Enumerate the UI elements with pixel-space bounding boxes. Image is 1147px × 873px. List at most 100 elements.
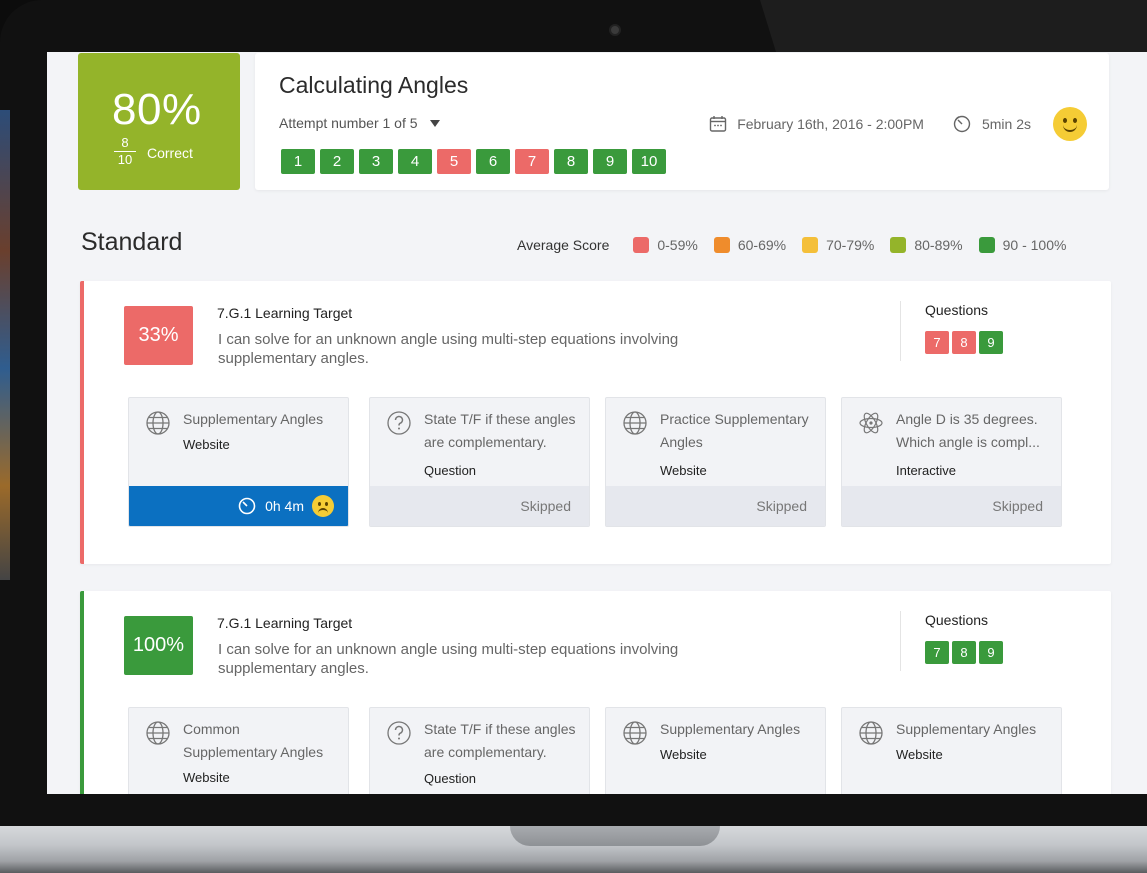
bezel-glare bbox=[760, 0, 1147, 52]
legend-item: 90 - 100% bbox=[978, 237, 1066, 253]
happy-face-icon bbox=[1053, 107, 1087, 141]
quiz-title: Calculating Angles bbox=[279, 72, 469, 98]
target-question-9[interactable]: 9 bbox=[979, 331, 1003, 354]
resource-title: State T/F if these angles are complement… bbox=[424, 721, 576, 760]
question-box-9[interactable]: 9 bbox=[593, 149, 627, 174]
target-title: 7.G.1 Learning Target bbox=[217, 305, 353, 321]
resource-card[interactable]: Supplementary Angles Website 0h 4m bbox=[128, 397, 349, 527]
learning-target-card: 100% 7.G.1 Learning Target I can solve f… bbox=[80, 591, 1111, 794]
resource-footer-status: Skipped bbox=[370, 486, 589, 526]
question-box-6[interactable]: 6 bbox=[476, 149, 510, 174]
target-title: 7.G.1 Learning Target bbox=[217, 615, 353, 631]
resource-time: 0h 4m bbox=[265, 498, 304, 514]
globe-icon bbox=[623, 721, 647, 745]
resource-footer-status: Skipped bbox=[842, 486, 1061, 526]
resource-title: Practice Supplementary Angles bbox=[660, 411, 809, 450]
quiz-date: February 16th, 2016 - 2:00PM bbox=[737, 116, 924, 132]
timer-icon bbox=[238, 497, 256, 515]
atom-icon bbox=[859, 412, 883, 434]
legend-item: 0-59% bbox=[633, 237, 698, 253]
resource-title: State T/F if these angles are complement… bbox=[424, 411, 576, 450]
target-description: I can solve for an unknown angle using m… bbox=[218, 331, 679, 367]
target-questions: 789 bbox=[925, 331, 1003, 354]
resource-card[interactable]: State T/F if these angles are complement… bbox=[369, 397, 590, 527]
question-box-3[interactable]: 3 bbox=[359, 149, 393, 174]
target-description: I can solve for an unknown angle using m… bbox=[218, 641, 679, 677]
score-correct-label: Correct bbox=[147, 145, 193, 161]
resource-card[interactable]: Supplementary Angles Website bbox=[841, 707, 1062, 794]
questions-label: Questions bbox=[925, 612, 989, 628]
resource-footer-time: 0h 4m bbox=[129, 486, 348, 526]
quiz-duration: 5min 2s bbox=[981, 116, 1031, 132]
question-box-2[interactable]: 2 bbox=[320, 149, 354, 174]
resource-type: Website bbox=[183, 770, 230, 785]
question-icon bbox=[387, 721, 411, 745]
target-question-7[interactable]: 7 bbox=[925, 331, 949, 354]
legend-title: Average Score bbox=[517, 237, 610, 253]
resource-title: Supplementary Angles bbox=[660, 721, 801, 737]
resource-type: Website bbox=[660, 747, 707, 762]
legend-label: 60-69% bbox=[737, 237, 787, 253]
legend-label: 70-79% bbox=[826, 237, 875, 253]
resource-type: Question bbox=[424, 771, 477, 786]
score-numerator: 8 bbox=[114, 135, 136, 152]
globe-icon bbox=[146, 411, 170, 435]
resource-title: Common Supplementary Angles bbox=[183, 721, 324, 760]
legend-item: 60-69% bbox=[713, 237, 787, 253]
legend-swatch bbox=[978, 237, 995, 253]
globe-icon bbox=[623, 411, 647, 435]
resource-card[interactable]: Practice Supplementary Angles Website Sk… bbox=[605, 397, 826, 527]
resource-title: Supplementary Angles bbox=[896, 721, 1037, 737]
caret-down-icon bbox=[429, 119, 440, 127]
question-box-1[interactable]: 1 bbox=[281, 149, 315, 174]
question-navigator: 1 2 3 4 5 6 7 8 9 10 bbox=[281, 149, 666, 174]
score-fraction: 8 10 bbox=[114, 135, 136, 167]
question-box-5[interactable]: 5 bbox=[437, 149, 471, 174]
resource-card[interactable]: State T/F if these angles are complement… bbox=[369, 707, 590, 794]
resource-type: Website bbox=[660, 463, 707, 478]
target-question-9[interactable]: 9 bbox=[979, 641, 1003, 664]
legend-label: 0-59% bbox=[657, 237, 698, 253]
legend-item: 70-79% bbox=[802, 237, 874, 253]
questions-label: Questions bbox=[925, 302, 989, 318]
score-denominator: 10 bbox=[117, 152, 133, 167]
globe-icon bbox=[146, 721, 170, 745]
legend-swatch bbox=[713, 237, 730, 253]
score-percent: 80% bbox=[112, 85, 202, 134]
legend-label: 80-89% bbox=[914, 237, 963, 253]
question-box-10[interactable]: 10 bbox=[632, 149, 666, 174]
question-box-8[interactable]: 8 bbox=[554, 149, 588, 174]
quiz-info-card: Calculating Angles Attempt number 1 of 5… bbox=[255, 53, 1109, 190]
attempt-dropdown[interactable]: Attempt number 1 of 5 bbox=[279, 115, 440, 131]
question-icon bbox=[387, 411, 411, 435]
divider bbox=[900, 301, 901, 361]
standard-heading: Standard bbox=[81, 228, 183, 256]
divider bbox=[900, 611, 901, 671]
resource-title: Supplementary Angles bbox=[183, 411, 324, 427]
question-box-7[interactable]: 7 bbox=[515, 149, 549, 174]
legend-swatch bbox=[802, 237, 819, 253]
camera-icon bbox=[609, 24, 621, 36]
attempt-label: Attempt number 1 of 5 bbox=[279, 115, 418, 131]
score-card: 80% 8 10 Correct bbox=[78, 53, 240, 190]
resource-footer-status: Skipped bbox=[606, 486, 825, 526]
target-question-8[interactable]: 8 bbox=[952, 641, 976, 664]
legend-swatch bbox=[890, 237, 907, 253]
resource-type: Interactive bbox=[896, 463, 956, 478]
resource-card[interactable]: Angle D is 35 degrees. Which angle is co… bbox=[841, 397, 1062, 527]
target-score-badge: 33% bbox=[124, 306, 193, 365]
legend-swatch bbox=[633, 237, 650, 253]
question-box-4[interactable]: 4 bbox=[398, 149, 432, 174]
learning-target-card: 33% 7.G.1 Learning Target I can solve fo… bbox=[80, 281, 1111, 564]
background-window-edge bbox=[0, 110, 10, 580]
target-question-7[interactable]: 7 bbox=[925, 641, 949, 664]
resource-card[interactable]: Common Supplementary Angles Website bbox=[128, 707, 349, 794]
target-question-8[interactable]: 8 bbox=[952, 331, 976, 354]
calendar-icon bbox=[709, 116, 727, 132]
resource-card[interactable]: Supplementary Angles Website bbox=[605, 707, 826, 794]
target-questions: 789 bbox=[925, 641, 1003, 664]
laptop-notch bbox=[510, 826, 720, 846]
resource-type: Question bbox=[424, 463, 477, 478]
target-score-badge: 100% bbox=[124, 616, 193, 675]
screen: 80% 8 10 Correct Calculating Angles Atte… bbox=[47, 52, 1147, 794]
